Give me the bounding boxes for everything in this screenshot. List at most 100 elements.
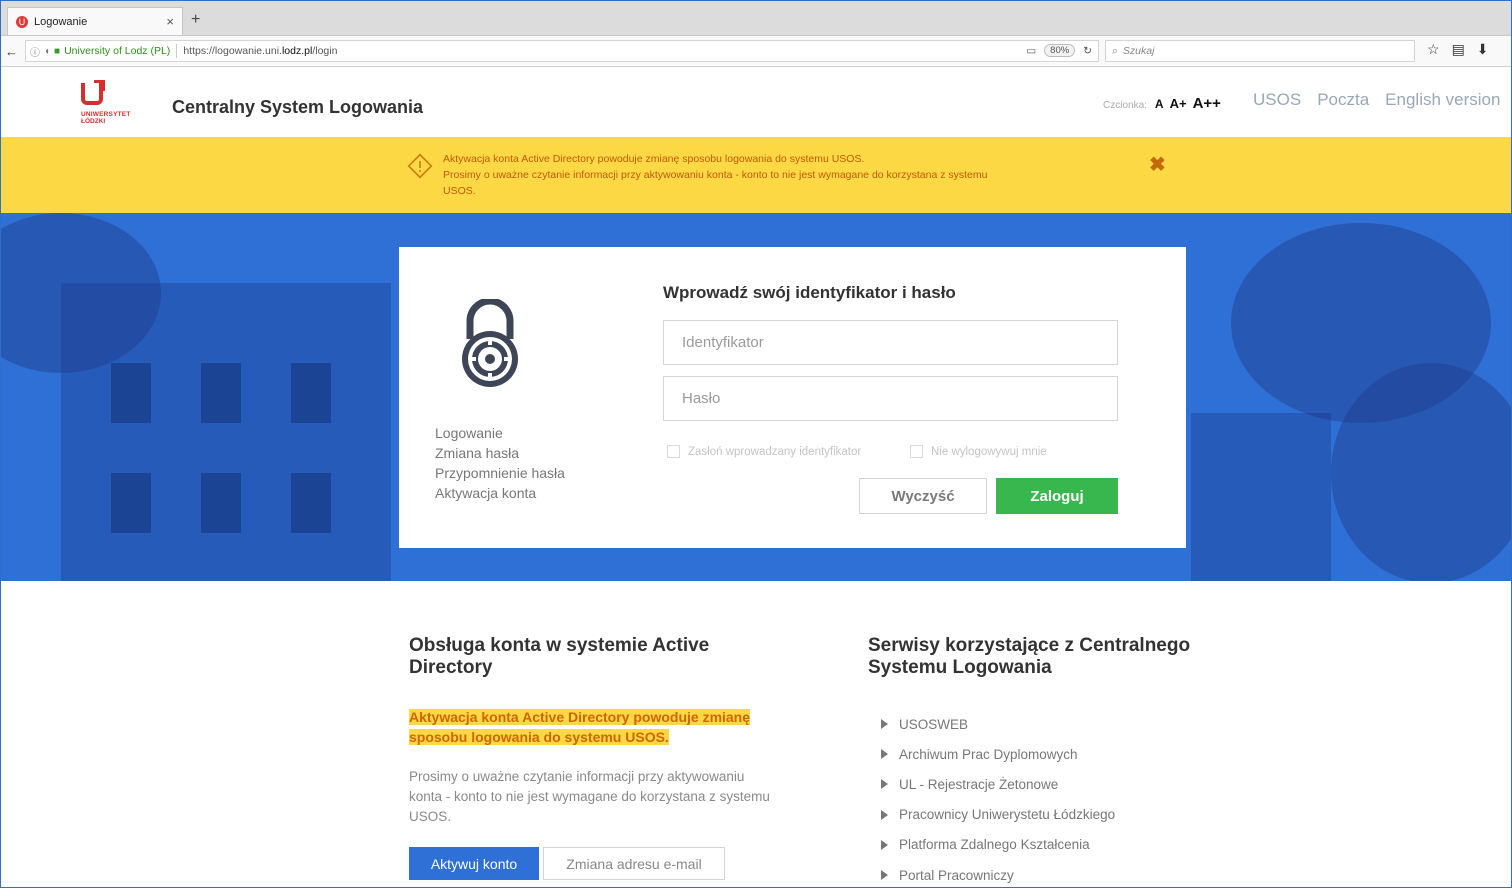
font-size-xlarge[interactable]: A++ [1193, 95, 1221, 112]
service-label: UL - Rejestracje Żetonowe [899, 776, 1059, 792]
background-window [111, 473, 151, 533]
download-icon[interactable]: ⬇ [1477, 41, 1489, 58]
login-side-menu: Logowanie Zmiana hasła Przypomnienie has… [435, 423, 565, 503]
activate-account-button[interactable]: Aktywuj konto [409, 847, 539, 880]
background-tree [1331, 363, 1511, 581]
service-label: Pracownicy Uniwerystetu Łódzkiego [899, 807, 1116, 823]
shield-icon[interactable]: ◖ [44, 46, 50, 57]
logo-text-line1: UNIWERSYTET [81, 111, 131, 118]
menu-item-activate-account[interactable]: Aktywacja konta [435, 483, 565, 503]
info-icon[interactable]: ⓘ [30, 44, 40, 59]
search-input[interactable]: ⌕ Szukaj [1105, 40, 1415, 62]
background-window [291, 363, 331, 423]
services-section: Serwisy korzystające z Centralnego Syste… [868, 635, 1228, 887]
hide-identifier-checkbox[interactable]: Zasłoń wprowadzany identyfikator [667, 445, 861, 458]
service-link-usosweb[interactable]: USOSWEB [868, 709, 1228, 739]
background-window [201, 473, 241, 533]
site-header: UNIWERSYTET ŁÓDZKI Centralny System Logo… [1, 67, 1511, 137]
tab-bar: U Logowanie × + [1, 1, 1511, 36]
highlight-text: Aktywacja konta Active Directory powoduj… [409, 709, 751, 745]
caret-right-icon [881, 749, 888, 760]
active-directory-buttons: Aktywuj konto Zmiana adresu e-mail [409, 847, 789, 880]
checkbox-box[interactable] [667, 445, 680, 458]
services-list: USOSWEB Archiwum Prac Dyplomowych UL - R… [868, 709, 1228, 887]
font-size-large[interactable]: A+ [1170, 96, 1187, 111]
service-label: USOSWEB [899, 716, 969, 732]
font-size-normal[interactable]: A [1155, 97, 1164, 111]
username-placeholder: Identyfikator [682, 334, 764, 351]
notice-line1: Aktywacja konta Active Directory powoduj… [443, 153, 865, 165]
lock-icon[interactable]: ■ [54, 46, 60, 57]
login-button[interactable]: Zaloguj [996, 478, 1118, 514]
favicon-icon: U [16, 15, 28, 28]
password-field[interactable]: Hasło [663, 376, 1118, 421]
close-notice-icon[interactable]: ✖ [1149, 152, 1166, 177]
url-prefix: https://logowanie.uni. [183, 45, 282, 57]
logo-mark-icon [81, 80, 105, 105]
tab-title: Logowanie [34, 15, 88, 28]
divider [176, 44, 178, 58]
menu-item-change-password[interactable]: Zmiana hasła [435, 443, 565, 463]
close-tab-icon[interactable]: × [166, 14, 174, 29]
stay-logged-in-label: Nie wylogowywuj mnie [931, 445, 1047, 458]
reload-icon[interactable]: ↻ [1083, 45, 1092, 57]
username-field[interactable]: Identyfikator [663, 320, 1118, 365]
caret-right-icon [881, 719, 888, 730]
bookmark-star-icon[interactable]: ☆ [1427, 41, 1440, 58]
background-window [201, 363, 241, 423]
service-link-archiwum[interactable]: Archiwum Prac Dyplomowych [868, 739, 1228, 769]
url-path: /login [312, 45, 338, 57]
font-size-switcher: Czcionka: A A+ A++ [1103, 95, 1221, 112]
link-english-version[interactable]: English version [1385, 90, 1500, 110]
service-link-rejestracje[interactable]: UL - Rejestracje Żetonowe [868, 769, 1228, 799]
clear-button[interactable]: Wyczyść [859, 478, 987, 514]
search-icon: ⌕ [1112, 44, 1118, 57]
menu-item-login[interactable]: Logowanie [435, 423, 565, 443]
background-window [291, 473, 331, 533]
link-usos[interactable]: USOS [1253, 90, 1301, 110]
service-label: Platforma Zdalnego Kształcenia [899, 837, 1090, 853]
active-directory-title: Obsługa konta w systemie Active Director… [409, 635, 710, 678]
checkbox-box[interactable] [910, 445, 923, 458]
login-card: Logowanie Zmiana hasła Przypomnienie has… [399, 247, 1186, 548]
university-logo[interactable]: UNIWERSYTET ŁÓDZKI [81, 80, 141, 133]
background-building [1191, 413, 1331, 581]
password-placeholder: Hasło [682, 390, 721, 407]
service-link-pracownicy[interactable]: Pracownicy Uniwerystetu Łódzkiego [868, 800, 1228, 830]
service-link-platforma[interactable]: Platforma Zdalnego Kształcenia [868, 830, 1228, 860]
change-email-button[interactable]: Zmiana adresu e-mail [543, 847, 725, 880]
page-title: Centralny System Logowania [172, 97, 424, 117]
services-title: Serwisy korzystające z Centralnego Syste… [868, 635, 1191, 678]
service-link-portal[interactable]: Portal Pracowniczy [868, 860, 1228, 887]
notice-message: Aktywacja konta Active Directory powoduj… [443, 151, 1023, 199]
top-links: USOS Poczta English version [1253, 90, 1500, 110]
login-form-title: Wprowadź swój identyfikator i hasło [663, 283, 956, 302]
active-directory-text: Prosimy o uważne czytanie informacji prz… [409, 769, 770, 824]
browser-window: U Logowanie × + ← ⓘ ◖ ■ University of Lo… [0, 0, 1512, 888]
link-poczta[interactable]: Poczta [1317, 90, 1369, 110]
zoom-indicator[interactable]: 80% [1044, 44, 1076, 57]
back-icon[interactable]: ← [5, 44, 23, 59]
warning-icon [407, 153, 433, 179]
active-directory-section: Obsługa konta w systemie Active Director… [409, 635, 789, 880]
stay-logged-in-checkbox[interactable]: Nie wylogowywuj mnie [910, 445, 1047, 458]
site-identity[interactable]: University of Lodz (PL) [64, 45, 170, 57]
caret-right-icon [881, 779, 888, 790]
padlock-icon [462, 299, 518, 387]
url-domain: lodz.pl [281, 45, 313, 57]
search-placeholder: Szukaj [1122, 45, 1155, 57]
address-bar[interactable]: ⓘ ◖ ■ University of Lodz (PL) https://lo… [25, 40, 1099, 62]
address-bar-actions: ▭ 80% ↻ [1026, 44, 1092, 57]
browser-tab[interactable]: U Logowanie × [7, 7, 183, 35]
reader-view-icon[interactable]: ▭ [1026, 45, 1036, 57]
service-label: Portal Pracowniczy [899, 867, 1014, 883]
clipboard-icon[interactable]: ▤ [1452, 41, 1465, 58]
active-directory-highlight: Aktywacja konta Active Directory powoduj… [409, 707, 789, 747]
caret-right-icon [881, 839, 888, 850]
menu-item-remind-password[interactable]: Przypomnienie hasła [435, 463, 565, 483]
caret-right-icon [881, 809, 888, 820]
new-tab-button[interactable]: + [191, 11, 200, 29]
hide-identifier-label: Zasłoń wprowadzany identyfikator [688, 445, 862, 458]
font-size-label: Czcionka: [1103, 100, 1147, 111]
toolbar-icons: ☆ ▤ ⬇ [1427, 41, 1489, 58]
